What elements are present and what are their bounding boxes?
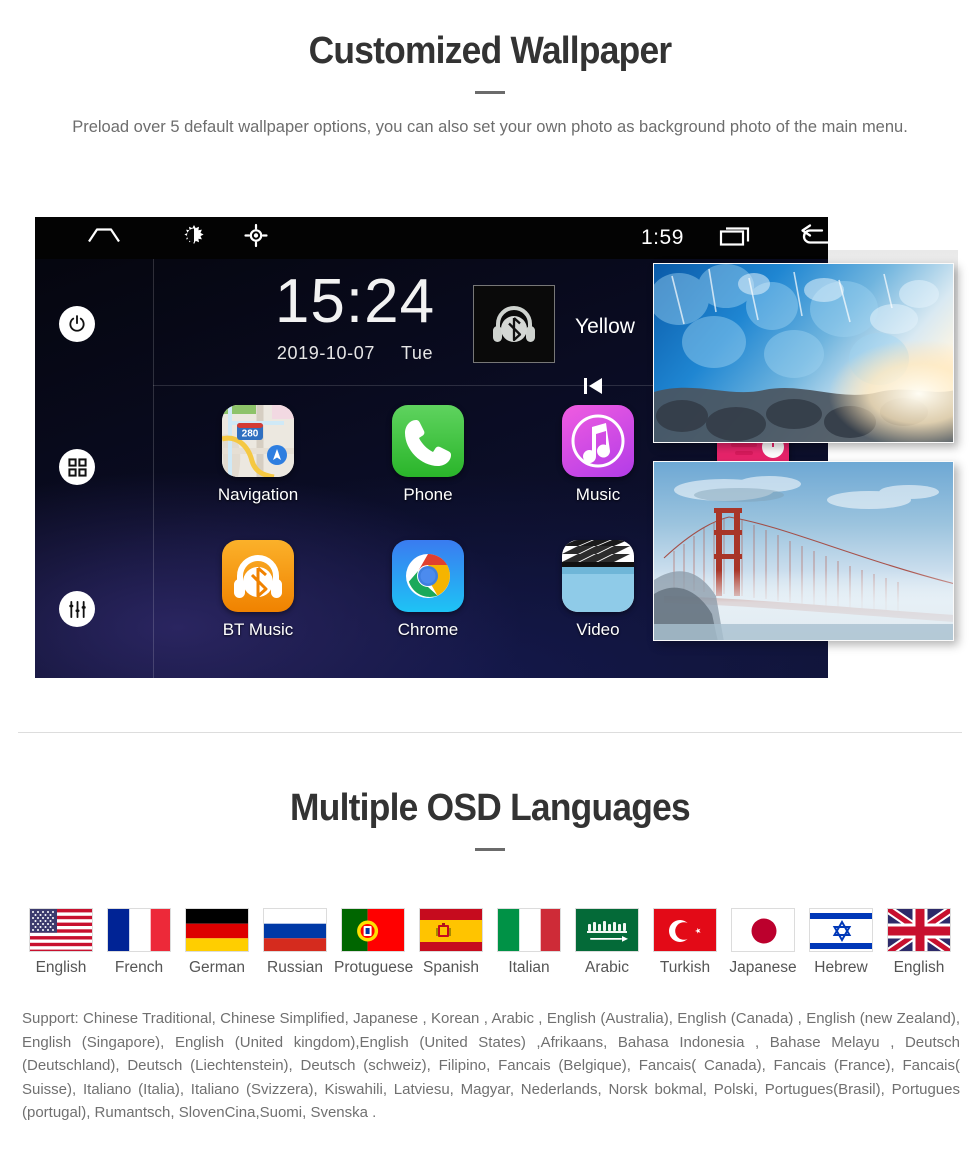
language-item-japanese[interactable]: Japanese	[724, 908, 802, 977]
language-item-spanish[interactable]: Spanish	[412, 908, 490, 977]
wallpaper-section-header: Customized Wallpaper	[0, 30, 980, 94]
page-root: Customized Wallpaper Preload over 5 defa…	[0, 0, 980, 1162]
flag-spain	[419, 908, 483, 952]
phone-icon	[392, 405, 464, 477]
ice-cave-wallpaper[interactable]	[653, 263, 954, 443]
flag-saudi-arabia	[575, 908, 639, 952]
left-rail	[35, 259, 153, 678]
rail-divider	[153, 259, 154, 678]
golden-gate-bridge-wallpaper[interactable]	[653, 461, 954, 641]
clapperboard-icon	[562, 540, 634, 612]
back-arrow-icon[interactable]	[797, 224, 828, 253]
app-label: Music	[575, 485, 621, 504]
recent-apps-icon[interactable]	[719, 224, 753, 253]
app-phone[interactable]: Phone	[373, 405, 483, 505]
power-button[interactable]	[59, 306, 95, 342]
language-item-russian[interactable]: Russian	[256, 908, 334, 977]
home-icon[interactable]	[87, 228, 121, 249]
app-label: Phone	[403, 485, 453, 504]
language-label: German	[189, 959, 245, 976]
language-label: French	[114, 959, 164, 976]
language-label: Russian	[267, 959, 323, 976]
status-bar-time: 1:59	[641, 226, 684, 249]
app-music[interactable]: Music	[543, 405, 653, 505]
language-item-italian[interactable]: Italian	[490, 908, 568, 977]
app-label: Navigation	[217, 485, 299, 504]
language-item-german[interactable]: German	[178, 908, 256, 977]
language-item-hebrew[interactable]: Hebrew	[802, 908, 880, 977]
chrome-icon	[392, 540, 464, 612]
brightness-icon[interactable]	[182, 224, 206, 253]
language-item-french[interactable]: French	[100, 908, 178, 977]
language-label: Protuguese	[334, 959, 414, 976]
equalizer-button[interactable]	[59, 591, 95, 627]
app-label: BT Music	[222, 620, 294, 639]
app-video[interactable]: Video	[543, 540, 653, 640]
svg-text:280: 280	[242, 429, 259, 440]
section-divider	[18, 732, 962, 733]
flag-japan	[731, 908, 795, 952]
previous-track-icon[interactable]	[580, 374, 610, 405]
language-item-english-uk[interactable]: English	[880, 908, 958, 977]
languages-title: Multiple OSD Languages	[290, 787, 691, 829]
language-item-english-us[interactable]: English	[22, 908, 100, 977]
language-label: Japanese	[729, 959, 797, 976]
app-chrome[interactable]: Chrome	[373, 540, 483, 640]
language-item-arabic[interactable]: Arabic	[568, 908, 646, 977]
flag-turkey	[653, 908, 717, 952]
language-label: Hebrew	[814, 959, 868, 976]
flag-row: English French German Russian Protuguese…	[22, 908, 958, 977]
supported-languages-text: Support: Chinese Traditional, Chinese Si…	[22, 1010, 960, 1121]
flag-united-kingdom	[887, 908, 951, 952]
flag-portugal	[341, 908, 405, 952]
languages-underline-rule	[475, 848, 505, 851]
clock-weekday: Tue	[400, 343, 434, 363]
flag-russia	[263, 908, 327, 952]
flag-france	[107, 908, 171, 952]
language-label: English	[35, 959, 87, 976]
flag-israel	[809, 908, 873, 952]
music-note-icon	[562, 405, 634, 477]
bt-track-title: Yellow	[575, 315, 635, 338]
bluetooth-music-icon	[222, 540, 294, 612]
gps-target-icon[interactable]	[244, 223, 268, 253]
languages-section-header: Multiple OSD Languages	[0, 787, 980, 851]
android-status-bar: 1:59	[35, 217, 828, 259]
language-label: Italian	[508, 959, 550, 976]
clock-date: 2019-10-07	[276, 343, 375, 363]
language-item-turkish[interactable]: Turkish	[646, 908, 724, 977]
title-underline-rule	[475, 91, 505, 94]
language-label: English	[893, 959, 945, 976]
language-label: Arabic	[585, 959, 629, 976]
app-navigation[interactable]: 280 Navigation	[203, 405, 313, 505]
app-label: Chrome	[397, 620, 459, 639]
apps-button[interactable]	[59, 449, 95, 485]
language-label: Turkish	[659, 959, 711, 976]
flag-italy	[497, 908, 561, 952]
language-label: Spanish	[422, 959, 479, 976]
maps-icon: 280	[222, 405, 294, 477]
bluetooth-headphones-icon	[493, 306, 535, 342]
flag-usa	[29, 908, 93, 952]
app-label: Video	[576, 620, 620, 639]
page-title: Customized Wallpaper	[308, 30, 673, 72]
language-item-portuguese[interactable]: Protuguese	[334, 908, 414, 977]
bluetooth-music-widget[interactable]	[473, 285, 555, 363]
wallpaper-subtitle: Preload over 5 default wallpaper options…	[72, 118, 908, 136]
app-bt-music[interactable]: BT Music	[203, 540, 313, 640]
flag-germany	[185, 908, 249, 952]
